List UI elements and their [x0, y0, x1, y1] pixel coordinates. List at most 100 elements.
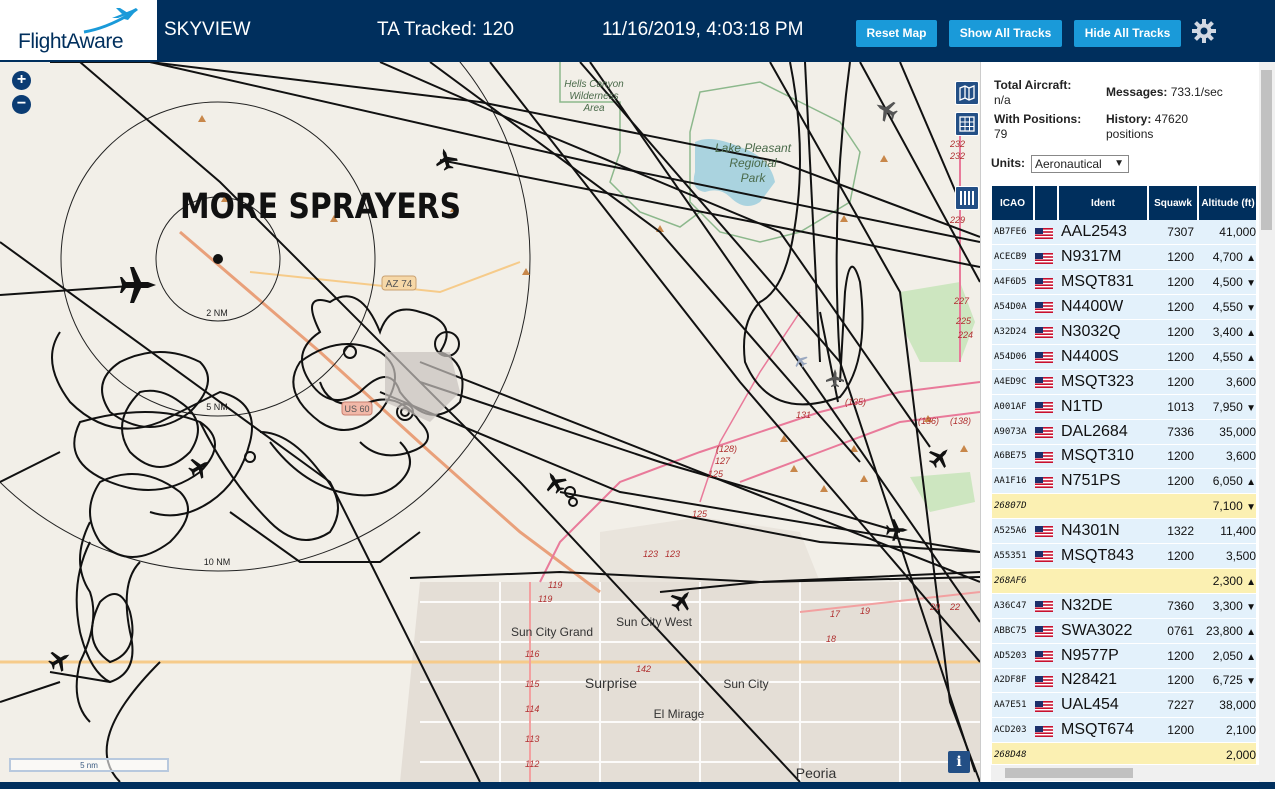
flag-cell [1034, 394, 1058, 420]
table-row[interactable]: ABBC75 SWA3022 0761 23,800 ▲ [992, 618, 1256, 644]
zoom-out-button[interactable]: − [12, 95, 31, 114]
table-row[interactable]: 26807D 7,100 ▼ [992, 493, 1256, 520]
scrollbar-thumb[interactable] [1261, 70, 1272, 230]
aircraft-marker[interactable] [433, 146, 459, 172]
us-flag-icon [1035, 302, 1053, 314]
table-row[interactable]: A525A6 N4301N 1322 11,400 [992, 518, 1256, 545]
aircraft-marker[interactable] [45, 645, 75, 675]
units-select[interactable]: Aeronautical ▼ [1031, 155, 1129, 173]
ident-cell: UAL454 [1058, 692, 1148, 719]
icao-cell: A54D06 [992, 344, 1034, 370]
altitude-trend-icon: ▲ [1246, 253, 1256, 265]
zoom-in-button[interactable]: + [12, 71, 31, 90]
flag-cell [1034, 593, 1058, 619]
history-unit: positions [1106, 127, 1154, 141]
flag-cell [1034, 493, 1058, 520]
road-label: 112 [525, 759, 539, 769]
squawk-cell: 1200 [1148, 369, 1198, 395]
hide-all-tracks-button[interactable]: Hide All Tracks [1074, 20, 1181, 47]
column-toggle-button[interactable] [955, 186, 979, 210]
icao-cell: AA7E51 [992, 692, 1034, 719]
aircraft-marker[interactable] [120, 267, 156, 303]
icao-cell: 268AF6 [992, 568, 1034, 594]
column-header-flag[interactable] [1034, 186, 1059, 220]
with-positions-label: With Positions: [994, 112, 1082, 126]
aircraft-table-container[interactable]: ICAO Ident Squawk Altitude (ft) AB7FE6 AA… [992, 186, 1256, 764]
table-row[interactable]: A32D24 N3032Q 1200 3,400 ▲ [992, 319, 1256, 345]
table-row[interactable]: AA1F16 N751PS 1200 6,050 ▲ [992, 468, 1256, 495]
table-row[interactable]: A4ED9C MSQT323 1200 3,600 [992, 369, 1256, 395]
table-row[interactable]: 268D48 2,000 [992, 742, 1256, 764]
us-flag-icon [1035, 626, 1053, 638]
flag-cell [1034, 220, 1058, 246]
table-row[interactable]: ACD203 MSQT674 1200 2,100 [992, 717, 1256, 744]
squawk-cell: 1200 [1148, 668, 1198, 694]
table-row[interactable]: 268AF6 2,300 ▲ [992, 568, 1256, 594]
ident-cell: MSQT310 [1058, 444, 1148, 470]
gear-icon[interactable] [1191, 18, 1217, 44]
road-label: 22 [949, 602, 960, 612]
ident-cell: N4400W [1058, 294, 1148, 321]
squawk-cell [1148, 493, 1198, 520]
road-label: 17 [830, 609, 841, 619]
scrollbar-thumb[interactable] [1005, 768, 1133, 778]
road-label: 115 [525, 679, 540, 689]
icao-cell: A9073A [992, 419, 1034, 445]
table-row[interactable]: A54D0A N4400W 1200 4,550 ▼ [992, 294, 1256, 321]
map-view[interactable]: 2 NM 5 NM 10 NM Hells Canyon Wilderness … [0, 62, 980, 782]
icao-cell: A2DF8F [992, 668, 1034, 694]
column-header-icao[interactable]: ICAO [992, 186, 1035, 220]
reset-map-button[interactable]: Reset Map [856, 20, 937, 47]
table-row[interactable]: A6BE75 MSQT310 1200 3,600 [992, 444, 1256, 470]
table-row[interactable]: A4F6D5 MSQT831 1200 4,500 ▼ [992, 269, 1256, 296]
units-value: Aeronautical [1035, 157, 1102, 171]
icao-cell: A4ED9C [992, 369, 1034, 395]
table-row[interactable]: AB7FE6 AAL2543 7307 41,000 [992, 220, 1256, 246]
table-row[interactable]: A2DF8F N28421 1200 6,725 ▼ [992, 668, 1256, 694]
ident-cell: N3032Q [1058, 319, 1148, 345]
altitude-trend-icon: ▲ [1246, 626, 1256, 638]
map-layers-button[interactable] [955, 81, 979, 105]
table-row[interactable]: A36C47 N32DE 7360 3,300 ▼ [992, 593, 1256, 619]
table-row[interactable]: AD5203 N9577P 1200 2,050 ▲ [992, 643, 1256, 669]
us-flag-icon [1035, 700, 1053, 712]
map-canvas[interactable]: 2 NM 5 NM 10 NM Hells Canyon Wilderness … [0, 62, 980, 782]
table-row[interactable]: ACECB9 N9317M 1200 4,700 ▲ [992, 244, 1256, 271]
panel-vertical-scrollbar[interactable] [1259, 62, 1275, 782]
table-row[interactable]: A55351 MSQT843 1200 3,500 [992, 543, 1256, 569]
table-horizontal-scrollbar[interactable] [991, 765, 1259, 781]
aircraft-marker[interactable] [185, 452, 215, 482]
road-label: 123 [665, 549, 680, 559]
flag-cell [1034, 244, 1058, 271]
annotation-text: MORE SPRAYERS [180, 187, 462, 227]
ident-cell: N9317M [1058, 244, 1148, 271]
us-flag-icon [1035, 327, 1053, 339]
ident-cell: N9577P [1058, 643, 1148, 669]
squawk-cell: 7336 [1148, 419, 1198, 445]
table-row[interactable]: A001AF N1TD 1013 7,950 ▼ [992, 394, 1256, 420]
column-header-ident[interactable]: Ident [1058, 186, 1149, 220]
road-label: 142 [636, 664, 651, 674]
altitude-trend-icon: ▲ [1246, 576, 1256, 588]
skyview-app: FlightAware SKYVIEW TA Tracked: 120 11/1… [0, 0, 1275, 789]
squawk-cell: 1322 [1148, 518, 1198, 545]
grid-toggle-button[interactable] [955, 112, 979, 136]
info-button[interactable]: i [948, 751, 970, 773]
table-row[interactable]: A9073A DAL2684 7336 35,000 [992, 419, 1256, 445]
squawk-cell: 7227 [1148, 692, 1198, 719]
altitude-trend-icon: ▲ [1246, 352, 1256, 364]
aircraft-marker[interactable] [871, 95, 901, 125]
column-header-squawk[interactable]: Squawk [1148, 186, 1199, 220]
icao-cell: A6BE75 [992, 444, 1034, 470]
column-header-altitude[interactable]: Altitude (ft) [1198, 186, 1256, 220]
flightaware-logo[interactable]: FlightAware [0, 0, 157, 62]
icao-cell: A54D0A [992, 294, 1034, 321]
table-row[interactable]: AA7E51 UAL454 7227 38,000 [992, 692, 1256, 719]
flag-cell [1034, 643, 1058, 669]
altitude-trend-icon: ▲ [1246, 328, 1256, 339]
table-row[interactable]: A54D06 N4400S 1200 4,550 ▲ [992, 344, 1256, 370]
icao-cell: ACD203 [992, 717, 1034, 744]
road-label: 18 [826, 634, 836, 644]
squawk-cell: 1200 [1148, 294, 1198, 321]
show-all-tracks-button[interactable]: Show All Tracks [949, 20, 1062, 47]
